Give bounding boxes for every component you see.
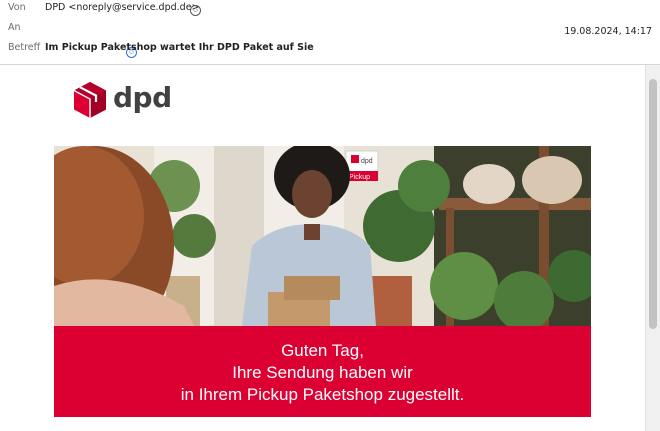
scroll-thumb[interactable] — [649, 79, 657, 329]
mail-body: dpd dpd Pickup Guten Tag, Ihre Sendung h… — [0, 65, 645, 431]
logo-text: dpd — [113, 81, 172, 114]
dpd-cube-icon — [73, 82, 106, 118]
hero-sign-label: Pickup — [349, 174, 370, 181]
to-row: An ☺ — [0, 22, 660, 58]
contact-icon[interactable]: ☺ — [190, 5, 201, 16]
mail-date: 19.08.2024, 14:17 — [564, 26, 652, 37]
hero-sign-brand: dpd — [361, 158, 373, 165]
hero-image: dpd Pickup — [54, 146, 591, 326]
to-label: An — [8, 22, 21, 33]
banner-line-1: Guten Tag, — [281, 341, 364, 360]
banner-line-3: in Ihrem Pickup Paketshop zugestellt. — [180, 385, 465, 404]
from-value[interactable]: DPD <noreply@service.dpd.de> — [45, 2, 200, 13]
greeting-banner: Guten Tag, Ihre Sendung haben wir in Ihr… — [54, 326, 591, 417]
hero-illustration: dpd Pickup — [54, 146, 591, 326]
from-label: Von — [8, 2, 26, 13]
mail-header: Von DPD <noreply@service.dpd.de> ☺ An ☺ … — [0, 0, 660, 64]
subject-value: Im Pickup Paketshop wartet Ihr DPD Paket… — [45, 42, 314, 53]
subject-row: Betreff Im Pickup Paketshop wartet Ihr D… — [0, 42, 660, 62]
banner-line-2: Ihre Sendung haben wir — [232, 363, 413, 382]
subject-label: Betreff — [8, 42, 41, 53]
vertical-scrollbar[interactable] — [645, 65, 660, 431]
from-row: Von DPD <noreply@service.dpd.de> ☺ — [0, 2, 660, 22]
